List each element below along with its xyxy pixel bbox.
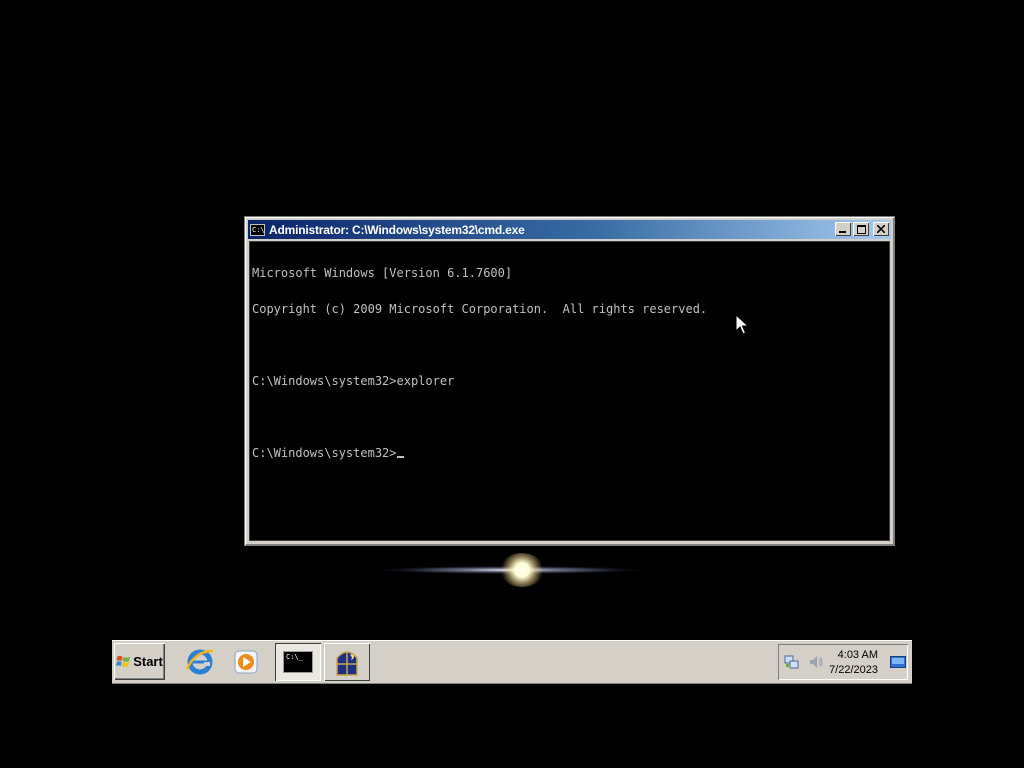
console-line: Copyright (c) 2009 Microsoft Corporation… bbox=[252, 302, 708, 316]
cmd-thumbnail-icon: C:\_ bbox=[283, 651, 313, 673]
minimize-icon bbox=[839, 231, 846, 233]
taskbar-cmd-button[interactable]: C:\_ bbox=[275, 643, 321, 681]
maximize-button[interactable] bbox=[853, 222, 869, 236]
text-cursor bbox=[396, 456, 404, 458]
window-titlebar[interactable]: C:\ Administrator: C:\Windows\system32\c… bbox=[248, 220, 891, 239]
mouse-pointer-icon bbox=[735, 314, 749, 335]
cmd-icon[interactable]: C:\ bbox=[250, 223, 265, 236]
clock-time[interactable]: 4:03 AM bbox=[838, 649, 878, 661]
window-title: Administrator: C:\Windows\system32\cmd.e… bbox=[269, 222, 525, 237]
taskbar: Start C:\_ 4:03 AM 7/22/2023 bbox=[112, 640, 912, 684]
light-flare-core bbox=[500, 553, 544, 587]
cmd-window[interactable]: C:\ Administrator: C:\Windows\system32\c… bbox=[244, 216, 895, 546]
system-tray: 4:03 AM 7/22/2023 bbox=[778, 644, 908, 680]
show-desktop-icon[interactable] bbox=[890, 656, 906, 668]
taskbar-window-button[interactable] bbox=[324, 643, 370, 681]
console-prompt: C:\Windows\system32> bbox=[252, 446, 397, 460]
console-output[interactable]: Microsoft Windows [Version 6.1.7600] Cop… bbox=[249, 241, 890, 541]
media-player-icon bbox=[234, 650, 258, 674]
start-label: Start bbox=[133, 654, 163, 669]
start-button[interactable]: Start bbox=[114, 643, 165, 680]
internet-explorer-button[interactable] bbox=[184, 646, 216, 678]
maximize-icon bbox=[856, 224, 866, 234]
close-icon bbox=[877, 225, 885, 233]
night-window-icon bbox=[336, 651, 358, 676]
minimize-button[interactable] bbox=[835, 222, 851, 236]
close-button[interactable] bbox=[873, 222, 889, 236]
network-icon[interactable] bbox=[784, 654, 800, 670]
internet-explorer-icon bbox=[185, 649, 214, 675]
window-controls bbox=[835, 222, 889, 236]
clock-date[interactable]: 7/22/2023 bbox=[829, 664, 878, 676]
volume-icon[interactable] bbox=[808, 654, 824, 670]
windows-logo-icon bbox=[116, 655, 131, 667]
console-line: Microsoft Windows [Version 6.1.7600] bbox=[252, 266, 513, 280]
media-player-button[interactable] bbox=[230, 646, 262, 678]
console-prompt-line[interactable]: C:\Windows\system32> bbox=[252, 447, 887, 459]
console-line: C:\Windows\system32>explorer bbox=[252, 374, 455, 388]
desktop: C:\ Administrator: C:\Windows\system32\c… bbox=[0, 0, 1024, 768]
